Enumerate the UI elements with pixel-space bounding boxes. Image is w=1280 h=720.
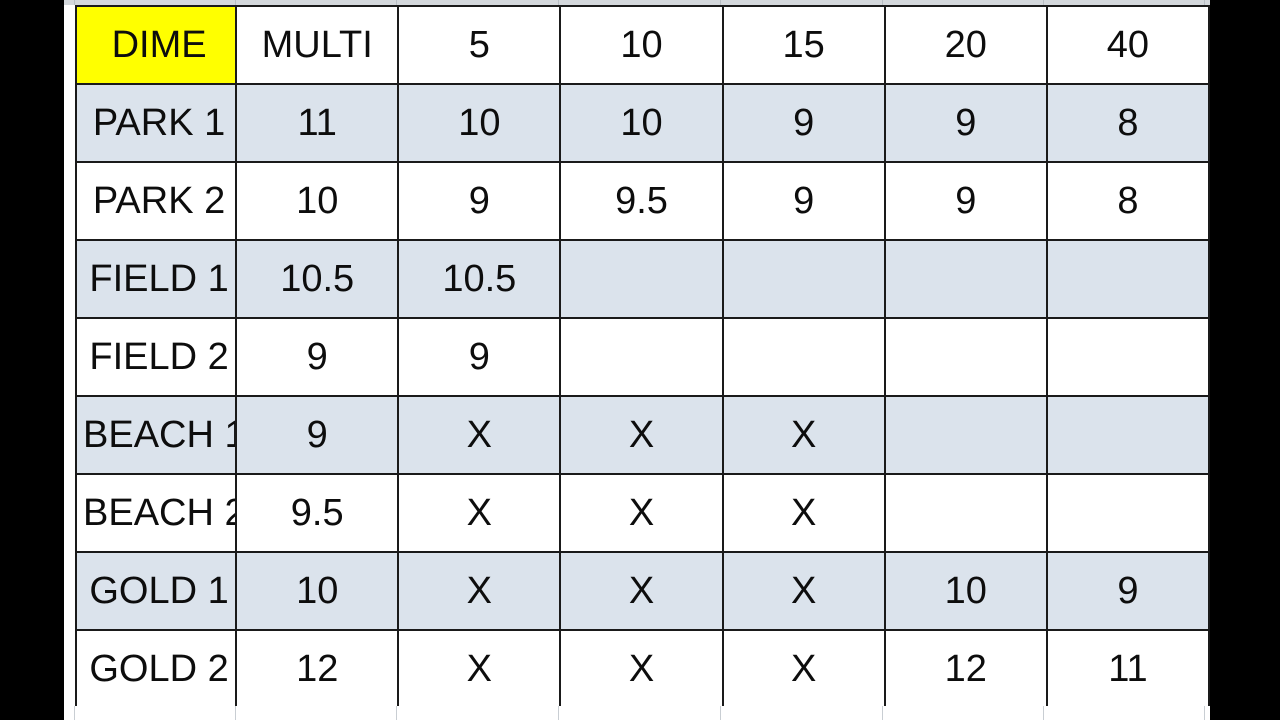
table-row: PARK 1 11 10 10 9 9 8 (74, 83, 1210, 163)
row-label[interactable]: FIELD 1 (74, 239, 238, 319)
table-cell[interactable]: 9 (721, 161, 886, 241)
table-cell[interactable]: 10 (235, 551, 400, 631)
table-cell[interactable]: 12 (883, 629, 1048, 709)
table-cell[interactable]: 10 (235, 161, 400, 241)
table-cell[interactable]: X (397, 551, 562, 631)
letterbox-right (1210, 0, 1280, 720)
table-cell[interactable] (559, 239, 724, 319)
column-header-40[interactable]: 40 (1045, 5, 1210, 85)
table-cell[interactable]: X (559, 551, 724, 631)
table-cell[interactable]: 9 (397, 317, 562, 397)
table-cell[interactable]: 10.5 (397, 239, 562, 319)
data-table: DIME MULTI 5 10 15 20 40 PARK 1 11 10 10… (74, 5, 1210, 709)
table-cell[interactable]: 10 (559, 83, 724, 163)
table-cell[interactable] (883, 239, 1048, 319)
table-cell[interactable]: 11 (1045, 629, 1210, 709)
column-header-multi[interactable]: MULTI (235, 5, 400, 85)
table-cell[interactable]: 10 (883, 551, 1048, 631)
corner-cell-dime[interactable]: DIME (74, 5, 238, 85)
table-cell[interactable] (721, 317, 886, 397)
column-header-20[interactable]: 20 (883, 5, 1048, 85)
table-cell[interactable]: 9 (235, 395, 400, 475)
table-cell[interactable]: 9 (235, 317, 400, 397)
table-cell[interactable] (721, 239, 886, 319)
table-cell[interactable]: 10.5 (235, 239, 400, 319)
table-cell[interactable]: 9.5 (235, 473, 400, 553)
row-label[interactable]: PARK 2 (74, 161, 238, 241)
table-row: BEACH 2 9.5 X X X (74, 473, 1210, 553)
table-cell[interactable] (1045, 473, 1210, 553)
table-row: FIELD 2 9 9 (74, 317, 1210, 397)
row-label[interactable]: PARK 1 (74, 83, 238, 163)
row-label[interactable]: GOLD 2 (74, 629, 238, 709)
table-cell[interactable] (883, 395, 1048, 475)
column-header-5[interactable]: 5 (397, 5, 562, 85)
table-cell[interactable]: 9 (1045, 551, 1210, 631)
table-cell[interactable]: X (721, 395, 886, 475)
table-cell[interactable]: 12 (235, 629, 400, 709)
table-cell[interactable]: 8 (1045, 161, 1210, 241)
row-label[interactable]: BEACH 2 (74, 473, 238, 553)
table-row: GOLD 1 10 X X X 10 9 (74, 551, 1210, 631)
table-cell[interactable] (1045, 317, 1210, 397)
table-cell[interactable]: 9 (397, 161, 562, 241)
table-cell[interactable]: X (559, 473, 724, 553)
table-cell[interactable]: X (721, 551, 886, 631)
table-cell[interactable]: X (721, 629, 886, 709)
table-cell[interactable]: 10 (397, 83, 562, 163)
row-label[interactable]: FIELD 2 (74, 317, 238, 397)
column-header-15[interactable]: 15 (721, 5, 886, 85)
table-cell[interactable]: 9.5 (559, 161, 724, 241)
sheet-bottom-gridline-strip (64, 706, 1210, 720)
table-cell[interactable]: 9 (883, 161, 1048, 241)
letterbox-left (0, 0, 64, 720)
table-cell[interactable]: 9 (721, 83, 886, 163)
spreadsheet-canvas: DIME MULTI 5 10 15 20 40 PARK 1 11 10 10… (64, 0, 1210, 720)
table-cell[interactable]: 9 (883, 83, 1048, 163)
screen: DIME MULTI 5 10 15 20 40 PARK 1 11 10 10… (0, 0, 1280, 720)
table-cell[interactable]: 8 (1045, 83, 1210, 163)
table-cell[interactable] (1045, 239, 1210, 319)
table-row: FIELD 1 10.5 10.5 (74, 239, 1210, 319)
row-label[interactable]: BEACH 1 (74, 395, 238, 475)
table-cell[interactable]: 11 (235, 83, 400, 163)
table-cell[interactable]: X (559, 395, 724, 475)
column-header-10[interactable]: 10 (559, 5, 724, 85)
table-cell[interactable] (883, 317, 1048, 397)
table-cell[interactable] (1045, 395, 1210, 475)
table-body: DIME MULTI 5 10 15 20 40 PARK 1 11 10 10… (74, 5, 1210, 709)
table-cell[interactable]: X (721, 473, 886, 553)
row-label[interactable]: GOLD 1 (74, 551, 238, 631)
table-row: GOLD 2 12 X X X 12 11 (74, 629, 1210, 709)
table-cell[interactable] (883, 473, 1048, 553)
table-cell[interactable]: X (397, 395, 562, 475)
table-cell[interactable]: X (559, 629, 724, 709)
table-cell[interactable]: X (397, 629, 562, 709)
table-cell[interactable]: X (397, 473, 562, 553)
table-row: BEACH 1 9 X X X (74, 395, 1210, 475)
table-cell[interactable] (559, 317, 724, 397)
table-row: PARK 2 10 9 9.5 9 9 8 (74, 161, 1210, 241)
table-header-row: DIME MULTI 5 10 15 20 40 (74, 5, 1210, 85)
